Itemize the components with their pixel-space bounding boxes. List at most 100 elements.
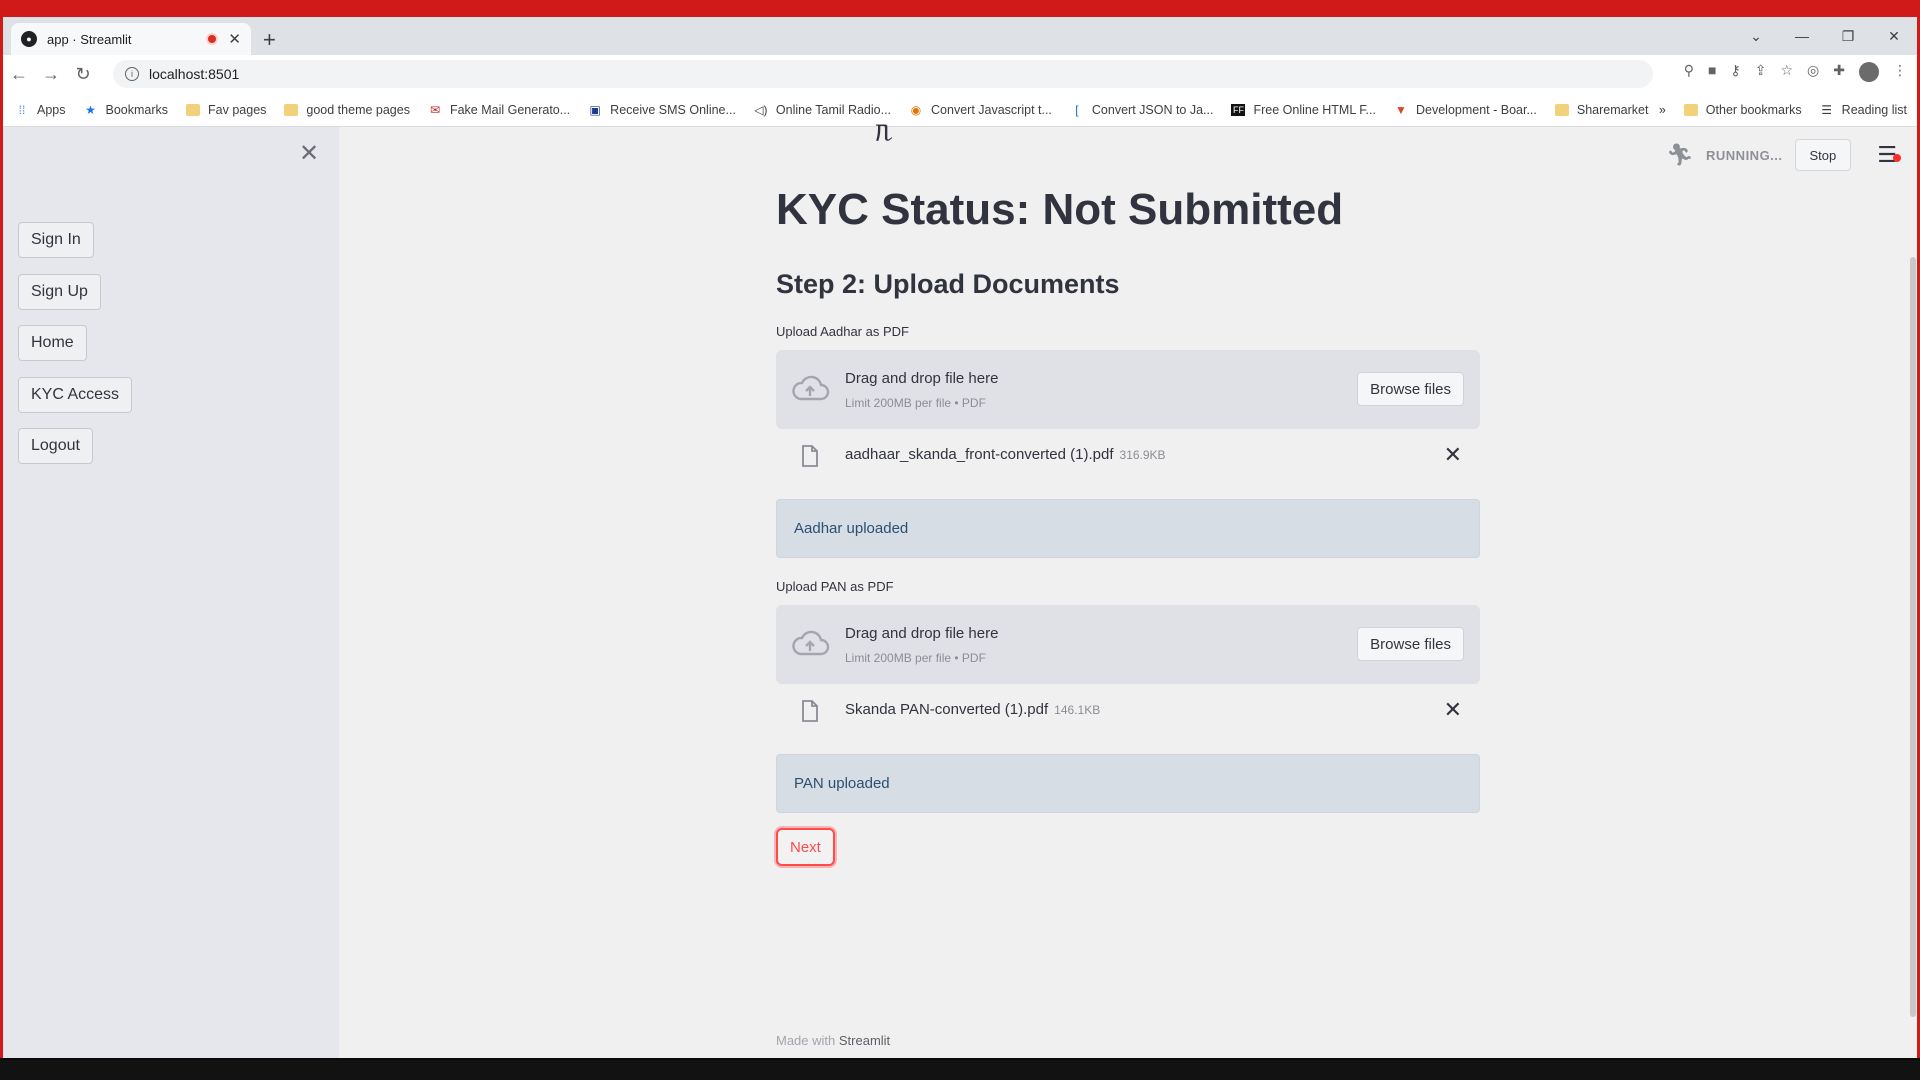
stop-button[interactable]: Stop (1794, 139, 1852, 171)
aadhar-success-message: Aadhar uploaded (776, 499, 1480, 558)
bookmark-convert-json[interactable]: [Convert JSON to Ja... (1070, 102, 1213, 117)
aadhar-dropzone[interactable]: Drag and drop file here Limit 200MB per … (776, 350, 1480, 429)
uploaded-file-row: Skanda PAN-converted (1).pdf 146.1KB ✕ (776, 691, 1480, 731)
sign-up-button[interactable]: Sign Up (18, 274, 101, 310)
site-info-icon[interactable]: i (125, 67, 139, 81)
new-tab-button[interactable]: + (263, 27, 276, 53)
bookmark-good-theme-pages[interactable]: good theme pages (284, 103, 410, 117)
reading-list[interactable]: ☰ Reading list (1820, 103, 1907, 117)
tab-search-icon[interactable]: ⌄ (1733, 28, 1779, 45)
browser-toolbar: ← → ↻ i localhost:8501 ⚲ ■ ⚷ ⇪ ☆ ◎ ✚ ⋮ (3, 55, 1917, 93)
html-icon: FF (1231, 103, 1246, 116)
cloud-upload-icon (792, 375, 830, 401)
extension-circle-icon[interactable]: ◎ (1807, 62, 1819, 82)
main-content: ᥰ 🏃︎ RUNNING... Stop ☰ KYC Status: Not S… (339, 115, 1917, 1061)
key-icon[interactable]: ⚷ (1730, 62, 1740, 82)
bookmark-sharemarket[interactable]: Sharemarket (1554, 103, 1648, 117)
sms-icon: ▣ (589, 102, 601, 117)
footer: Made with Streamlit (776, 1033, 891, 1048)
uploaded-file-name: aadhaar_skanda_front-converted (1).pdf 31… (845, 446, 1166, 463)
taskbar-strip (0, 1058, 1920, 1080)
folder-icon (1683, 104, 1698, 116)
apps-grid-icon: ⁞⁞ (18, 102, 26, 117)
uploaded-file-row: aadhaar_skanda_front-converted (1).pdf 31… (776, 436, 1480, 476)
browser-tab[interactable]: ● app · Streamlit ✕ (11, 23, 251, 55)
bookmarks-right: » Other bookmarks ☰ Reading list (1659, 93, 1907, 127)
close-window-button[interactable]: ✕ (1871, 28, 1917, 45)
url-text: localhost:8501 (149, 66, 240, 82)
folder-icon (1554, 103, 1569, 116)
dropzone-title: Drag and drop file here (845, 370, 999, 387)
folder-icon (284, 103, 299, 116)
aadhar-upload-label: Upload Aadhar as PDF (776, 324, 909, 339)
toolbar-icons: ⚲ ■ ⚷ ⇪ ☆ ◎ ✚ ⋮ (1684, 62, 1907, 82)
hamburger-menu-icon[interactable]: ☰ (1877, 142, 1901, 168)
file-icon (802, 700, 818, 722)
reading-list-icon: ☰ (1821, 103, 1833, 117)
bookmark-apps[interactable]: ⁞⁞ Apps (15, 103, 66, 117)
bookmark-convert-js[interactable]: ◉ Convert Javascript t... (909, 103, 1052, 117)
share-icon[interactable]: ⇪ (1755, 62, 1767, 82)
profile-avatar[interactable] (1859, 62, 1879, 82)
tab-close-icon[interactable]: ✕ (228, 30, 241, 48)
json-icon: [ (1075, 102, 1079, 117)
bookmark-development[interactable]: ▼ Development - Boar... (1394, 103, 1537, 117)
sidebar-close-icon[interactable]: ✕ (299, 139, 319, 168)
app-status-bar: 🏃︎ RUNNING... Stop ☰ (1666, 139, 1901, 171)
browse-files-button[interactable]: Browse files (1357, 372, 1464, 406)
streamlit-link[interactable]: Streamlit (839, 1033, 890, 1048)
scrollbar-thumb[interactable] (1910, 257, 1916, 1017)
running-status: RUNNING... (1706, 147, 1783, 163)
forward-arrow-icon[interactable]: → (35, 64, 67, 85)
browse-files-button[interactable]: Browse files (1357, 627, 1464, 661)
uploaded-file-name: Skanda PAN-converted (1).pdf 146.1KB (845, 701, 1101, 718)
notification-dot (1893, 154, 1901, 162)
gitlab-icon: ▼ (1395, 102, 1407, 117)
scrollbar[interactable] (1909, 127, 1917, 1061)
recording-indicator-icon (206, 33, 219, 45)
page-title: KYC Status: Not Submitted (776, 185, 1344, 234)
next-button[interactable]: Next (776, 828, 835, 866)
dropzone-title: Drag and drop file here (845, 625, 999, 642)
minimize-button[interactable]: — (1779, 28, 1825, 44)
pan-dropzone[interactable]: Drag and drop file here Limit 200MB per … (776, 605, 1480, 684)
convert-icon: ◉ (910, 102, 922, 117)
pan-success-message: PAN uploaded (776, 754, 1480, 813)
window-controls: ⌄ — ❐ ✕ (1733, 17, 1917, 55)
home-button[interactable]: Home (18, 325, 87, 361)
bookmarks-overflow-icon[interactable]: » (1659, 103, 1666, 117)
back-arrow-icon[interactable]: ← (3, 64, 35, 85)
bookmark-html-formatter[interactable]: FF Free Online HTML F... (1231, 103, 1376, 117)
folder-icon (186, 103, 201, 116)
clipped-heading-fragment: ᥰ (875, 115, 894, 148)
dropzone-limit: Limit 200MB per file • PDF (845, 651, 986, 665)
tab-title: app · Streamlit (47, 31, 132, 47)
bookmark-bookmarks[interactable]: ★ Bookmarks (84, 103, 168, 117)
other-bookmarks[interactable]: Other bookmarks (1683, 103, 1802, 117)
reload-icon[interactable]: ↻ (67, 64, 99, 85)
address-bar[interactable]: i localhost:8501 (113, 60, 1653, 88)
bookmark-star-icon[interactable]: ☆ (1780, 62, 1793, 82)
remove-file-icon[interactable]: ✕ (1444, 442, 1462, 468)
file-size: 146.1KB (1054, 703, 1101, 717)
remove-file-icon[interactable]: ✕ (1444, 697, 1462, 723)
screen-frame: ● app · Streamlit ✕ + ⌄ — ❐ ✕ ← → ↻ i lo… (0, 0, 1920, 1080)
logout-button[interactable]: Logout (18, 428, 93, 464)
location-icon[interactable]: ⚲ (1684, 62, 1694, 82)
bookmark-fav-pages[interactable]: Fav pages (186, 103, 266, 117)
kyc-access-button[interactable]: KYC Access (18, 377, 133, 413)
sign-in-button[interactable]: Sign In (18, 222, 94, 258)
camera-icon[interactable]: ■ (1708, 62, 1716, 82)
running-man-icon: 🏃︎ (1666, 142, 1695, 167)
section-heading: Step 2: Upload Documents (776, 269, 1120, 299)
bookmark-tamil-radio[interactable]: ◁) Online Tamil Radio... (754, 103, 891, 117)
bookmark-receive-sms[interactable]: ▣ Receive SMS Online... (588, 103, 736, 117)
restore-button[interactable]: ❐ (1825, 28, 1871, 45)
sidebar: ✕ Sign In Sign Up Home KYC Access Logout (3, 127, 339, 1061)
file-icon (802, 445, 818, 467)
browser-tabstrip: ● app · Streamlit ✕ + ⌄ — ❐ ✕ (3, 3, 1917, 55)
bookmark-fake-mail[interactable]: ✉ Fake Mail Generato... (428, 103, 570, 117)
extensions-puzzle-icon[interactable]: ✚ (1833, 62, 1845, 82)
file-size: 316.9KB (1119, 448, 1166, 462)
kebab-menu-icon[interactable]: ⋮ (1893, 62, 1907, 82)
